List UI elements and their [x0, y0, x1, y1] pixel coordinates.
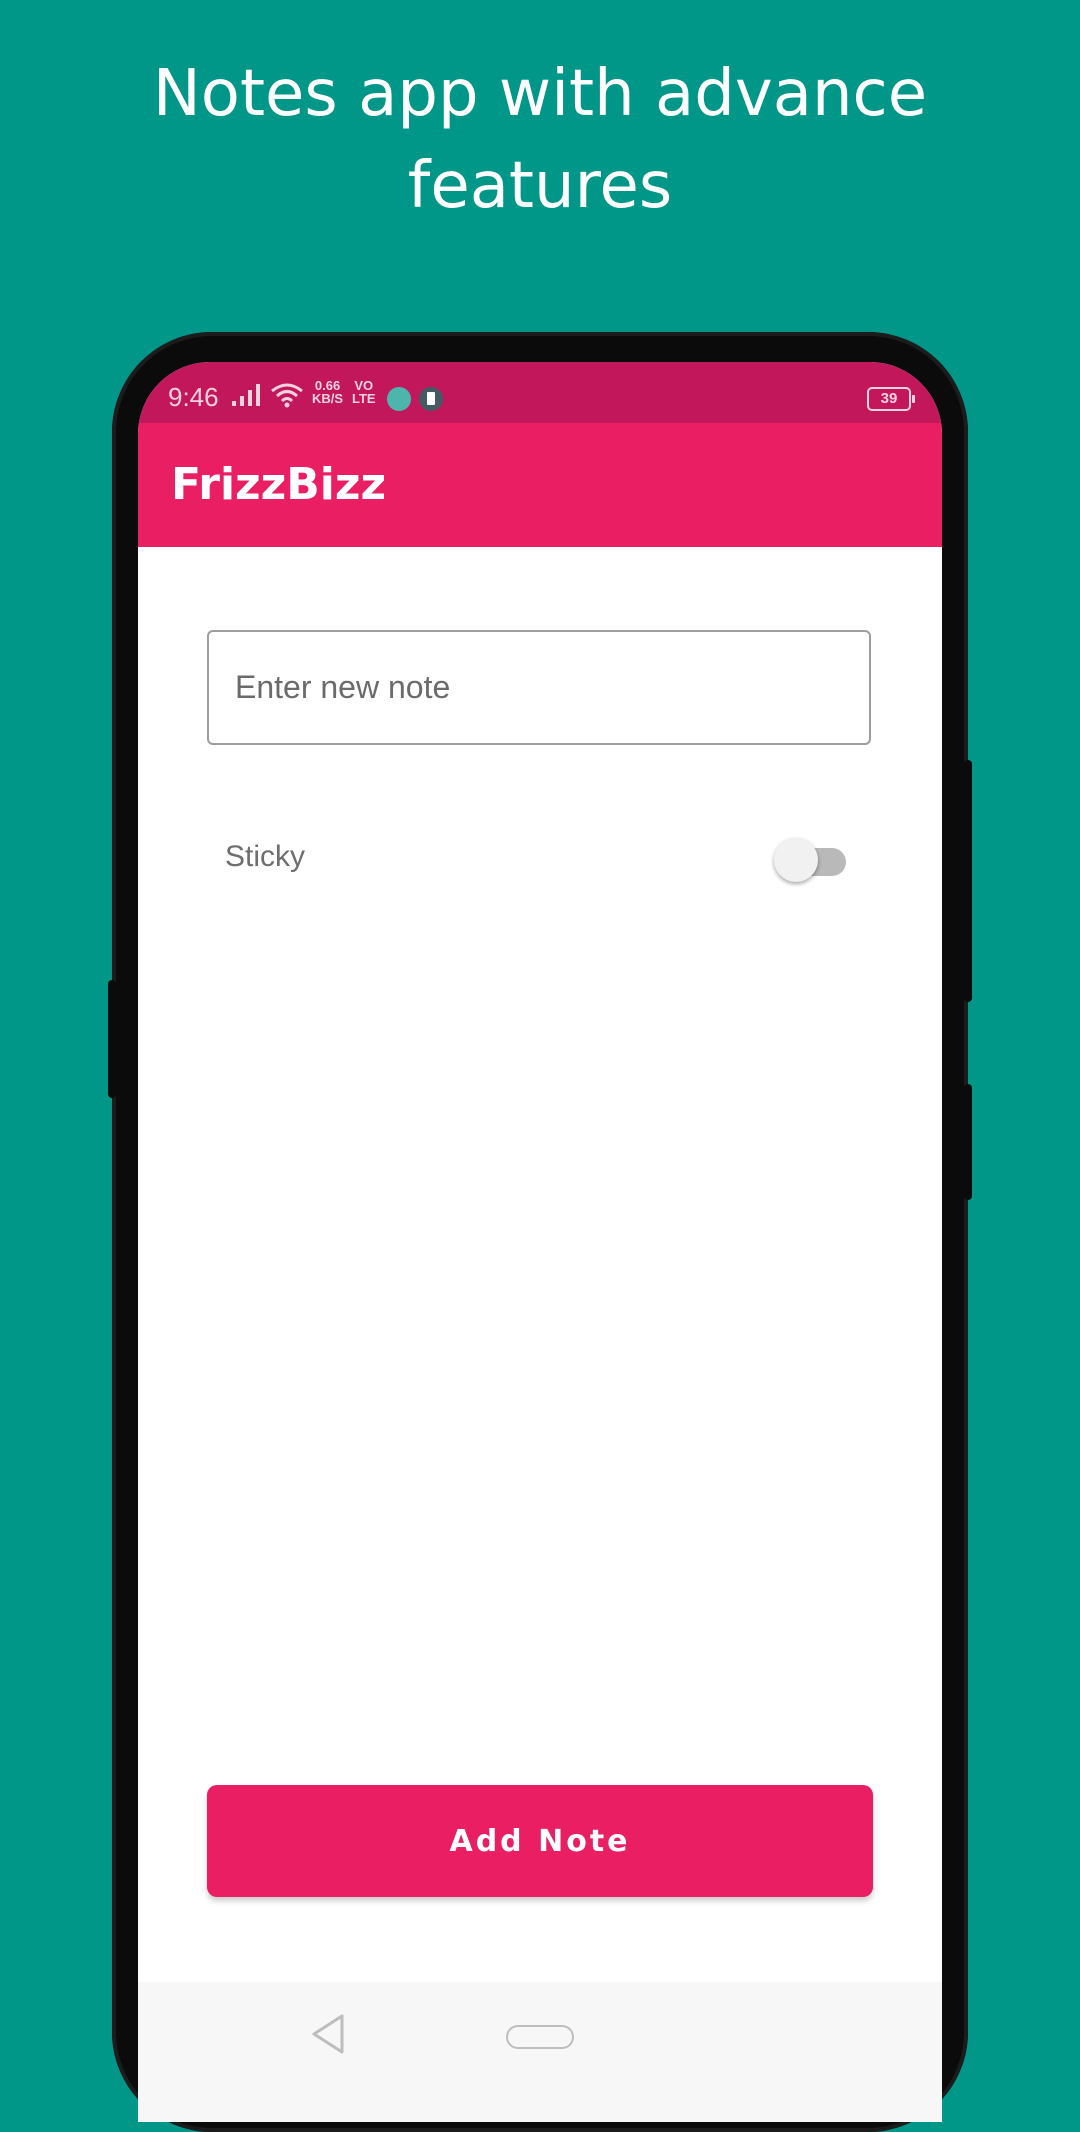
sticky-switch-thumb — [774, 838, 818, 882]
nav-home-icon[interactable] — [506, 2025, 574, 2049]
status-time: 9:46 — [168, 382, 219, 412]
network-speed-unit: KB/S — [312, 391, 344, 406]
android-icon — [387, 387, 411, 411]
nav-back-icon[interactable] — [308, 2012, 348, 2056]
promo-line-1: Notes app with advance — [152, 57, 928, 131]
network-speed: 0.66 KB/S — [312, 379, 343, 405]
volte-indicator: VO LTE — [352, 379, 376, 405]
status-bar: 9:46 0.66 KB/S VO LTE 39 — [138, 362, 942, 423]
sticky-switch[interactable] — [774, 836, 850, 884]
phone-side-button — [964, 1084, 972, 1200]
promo-line-2: features — [407, 149, 673, 223]
app-title: FrizzBizz — [171, 459, 387, 510]
sim-icon — [419, 387, 443, 411]
add-note-button[interactable]: Add Note — [207, 1785, 873, 1897]
wifi-icon — [271, 383, 303, 408]
sticky-label: Sticky — [225, 840, 306, 873]
promo-headline: Notes app with advance features — [0, 48, 1080, 232]
volte-bottom: LTE — [352, 391, 376, 406]
phone-screen: 9:46 0.66 KB/S VO LTE 39 FrizzBizz Stick… — [138, 362, 942, 2122]
phone-volume-button — [108, 980, 116, 1098]
navigation-bar — [138, 1982, 942, 2122]
note-input[interactable] — [207, 630, 871, 745]
battery-icon: 39 — [867, 387, 915, 411]
app-bar: FrizzBizz — [138, 423, 942, 547]
phone-power-button — [964, 760, 972, 1002]
signal-icon — [232, 384, 260, 406]
